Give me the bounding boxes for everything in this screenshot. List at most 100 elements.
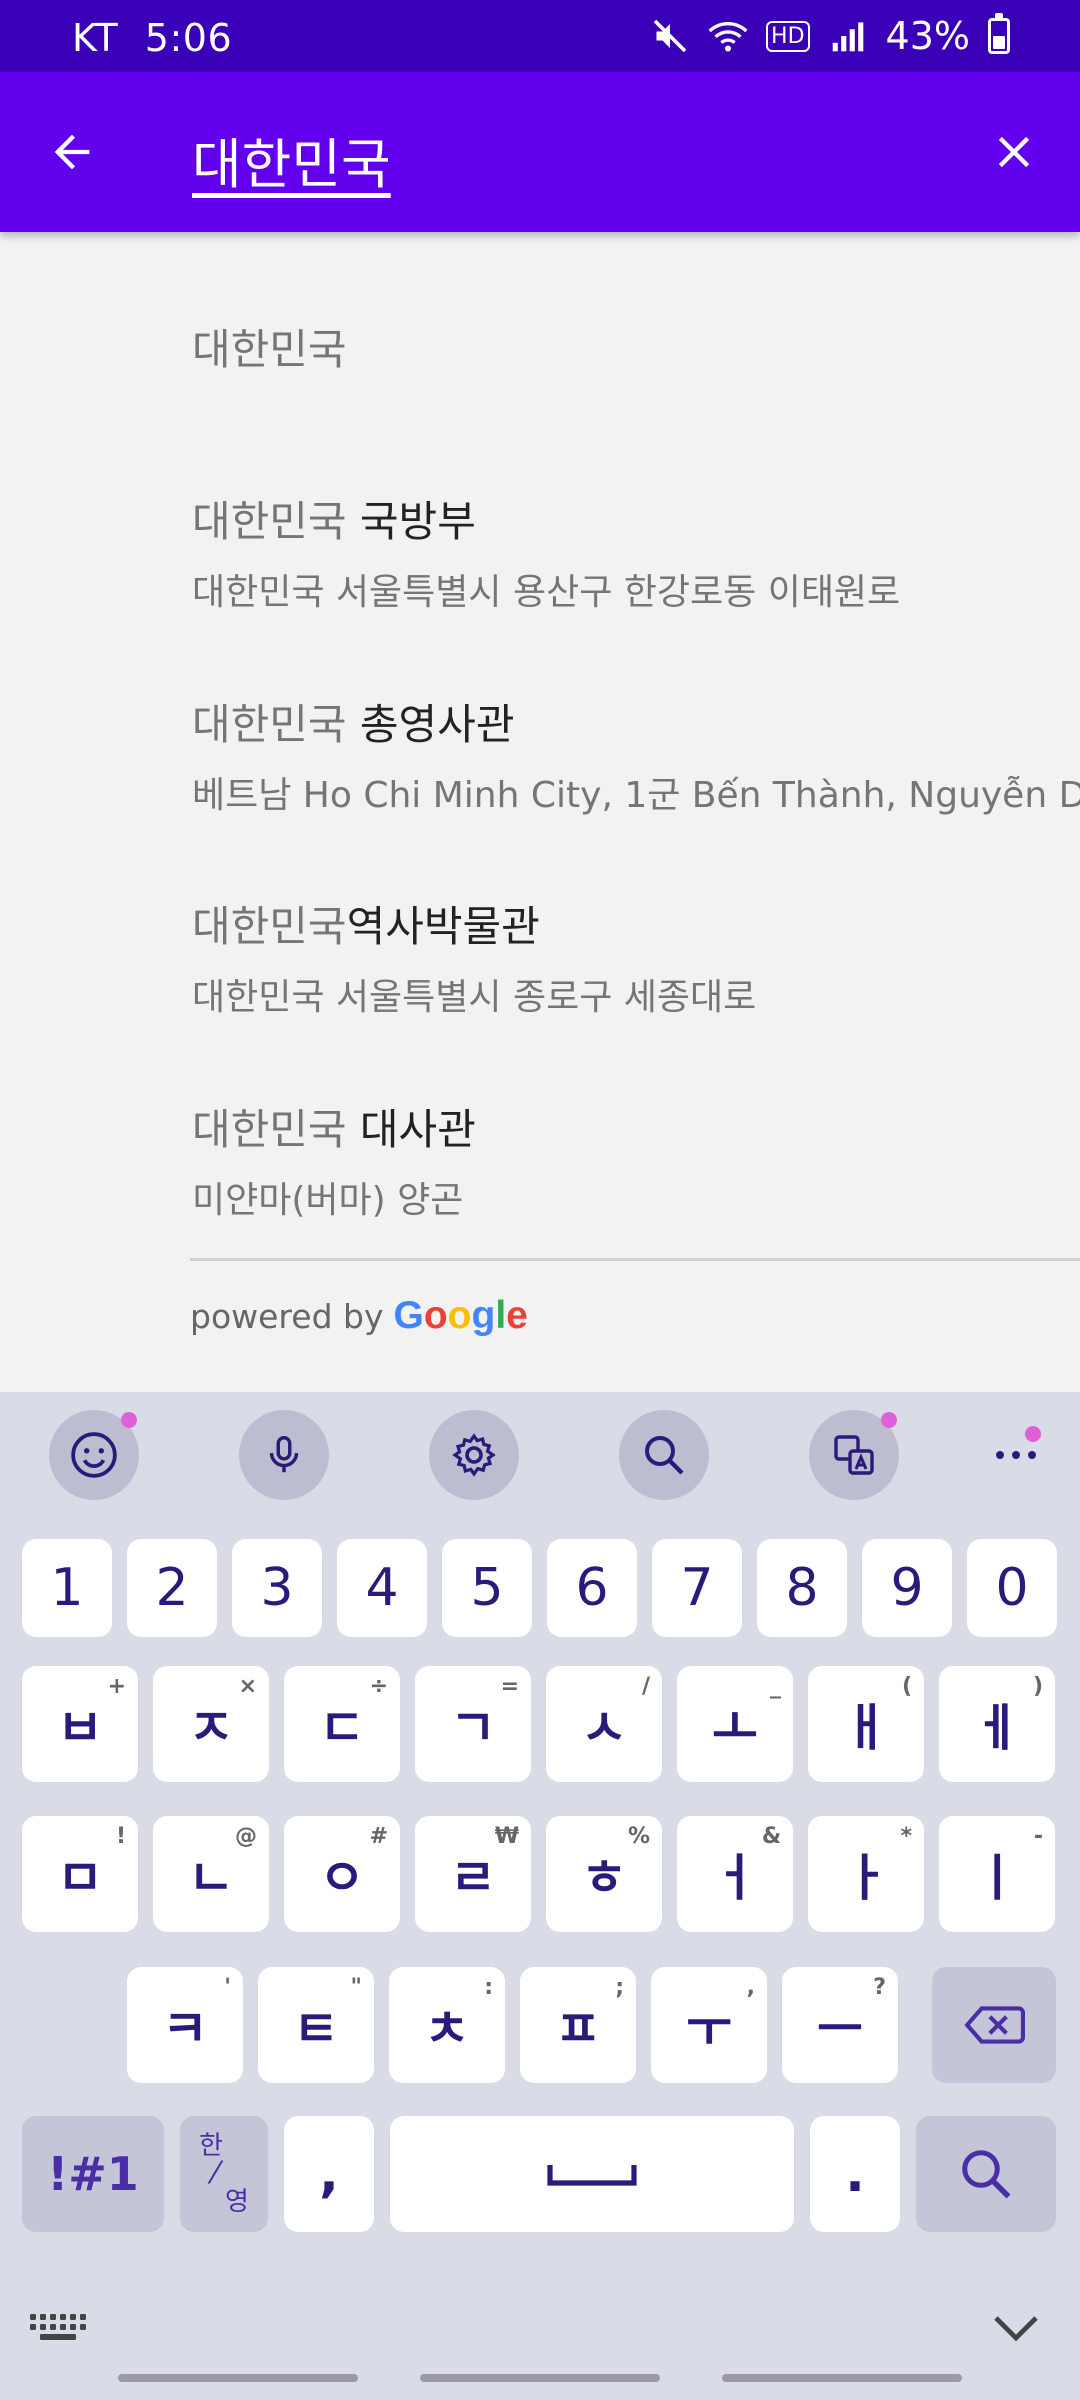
search-input[interactable]: 대한민국 [192, 120, 391, 199]
language-toggle-key[interactable]: 한 ⁄ 영 [180, 2116, 268, 2232]
suggestion-item[interactable]: 대한민국 총영사관 베트남 Ho Chi Minh City, 1군 Bến T… [192, 691, 1080, 818]
suggestion-title: 대한민국 총영사관 [192, 691, 1080, 752]
status-bar: KT 5:06 HD 43% [0, 0, 1080, 72]
key-4[interactable]: 4 [337, 1539, 427, 1637]
keyboard-bottom-bar [0, 2280, 1080, 2400]
hd-badge: HD [766, 20, 810, 52]
suggestion-title: 대한민국 대사관 [192, 1096, 1080, 1157]
suggestion-list: 대한민국 대한민국 국방부 대한민국 서울특별시 용산구 한강로동 이태원로 대… [0, 232, 1080, 1392]
suggestion-title: 대한민국 [192, 316, 1080, 377]
time-label: 5:06 [144, 16, 233, 60]
backspace-icon [964, 2006, 1025, 2044]
key-7[interactable]: 7 [652, 1539, 742, 1637]
key-9[interactable]: 9 [862, 1539, 952, 1637]
emoji-icon [71, 1432, 117, 1478]
key-jamo[interactable]: ㅜ, [651, 1967, 767, 2083]
key-jamo[interactable]: ㅏ * [808, 1816, 924, 1932]
key-jamo[interactable]: ㅣ- [939, 1816, 1055, 1932]
search-action-key[interactable] [916, 2116, 1056, 2232]
suggestion-rest: 국방부 [346, 497, 476, 546]
key-jamo[interactable]: ㅁ! [22, 1816, 138, 1932]
suggestion-rest: 총영사관 [346, 700, 515, 749]
arrow-left-icon [54, 134, 90, 170]
suggestion-match: 대한민국 [192, 325, 347, 374]
key-jamo[interactable]: ㅗ _ [677, 1666, 793, 1782]
search-app-bar: 대한민국 [0, 72, 1080, 232]
google-attribution: powered by Google [190, 1294, 528, 1338]
key-jamo[interactable]: ㅌ " [258, 1967, 374, 2083]
more-options-button[interactable] [971, 1410, 1061, 1500]
suggestion-subtitle: 미얀마(버마) 양곤 [192, 1180, 464, 1221]
suggestion-match: 대한민국 [192, 700, 347, 749]
suggestion-item[interactable]: 대한민국 국방부 대한민국 서울특별시 용산구 한강로동 이태원로 [192, 488, 1080, 615]
symbols-key[interactable]: !#1 [22, 2116, 164, 2232]
nav-handle-right [722, 2374, 962, 2382]
battery-icon [988, 13, 1010, 54]
clear-button[interactable] [978, 116, 1050, 188]
key-jamo[interactable]: ㅂ + [22, 1666, 138, 1782]
voice-input-button[interactable] [239, 1410, 329, 1500]
key-jamo[interactable]: ㅈ × [153, 1666, 269, 1782]
status-right: HD 43% [650, 13, 1010, 58]
nav-handle-center [420, 2374, 660, 2382]
suggestion-rest: 역사박물관 [346, 902, 540, 951]
key-jamo[interactable]: ㄴ @ [153, 1816, 269, 1932]
suggestion-item[interactable]: 대한민국 [192, 316, 1080, 377]
translate-button[interactable] [809, 1410, 899, 1500]
suggestion-rest: 대사관 [346, 1105, 476, 1154]
suggestion-item[interactable]: 대한민국역사박물관 대한민국 서울특별시 종로구 세종대로 [192, 893, 1080, 1020]
key-5[interactable]: 5 [442, 1539, 532, 1637]
key-jamo[interactable]: ㄹ ₩ [415, 1816, 531, 1932]
suggestion-match: 대한민국 [192, 902, 347, 951]
comma-key[interactable]: , [284, 2116, 374, 2232]
list-divider [190, 1258, 1080, 1261]
keyboard: 1 2 3 4 5 6 7 8 9 0 ㅂ + ㅈ × ㄷ ÷ ㄱ = ㅅ / ㅗ _ ㅐ(… [0, 1392, 1080, 2400]
chevron-down-icon [994, 2316, 1038, 2342]
keyboard-search-button[interactable] [619, 1410, 709, 1500]
suggestion-title: 대한민국역사박물관 [192, 893, 1080, 954]
google-logo: Google [393, 1294, 528, 1337]
key-jamo[interactable]: ㅔ) [939, 1666, 1055, 1782]
key-jamo[interactable]: ㄱ = [415, 1666, 531, 1782]
period-key[interactable]: . [810, 2116, 900, 2232]
status-left: KT 5:06 [72, 16, 232, 60]
key-jamo[interactable]: ㅎ% [546, 1816, 662, 1932]
space-key[interactable] [390, 2116, 794, 2232]
key-3[interactable]: 3 [232, 1539, 322, 1637]
key-0[interactable]: 0 [967, 1539, 1057, 1637]
backspace-key[interactable] [932, 1967, 1056, 2083]
suggestion-subtitle: 베트남 Ho Chi Minh City, 1군 Bến Thành, Nguy… [192, 775, 1080, 816]
key-jamo[interactable]: ㅋ ' [127, 1967, 243, 2083]
hide-keyboard-button[interactable] [986, 2300, 1046, 2356]
key-jamo[interactable]: ㅅ / [546, 1666, 662, 1782]
key-6[interactable]: 6 [547, 1539, 637, 1637]
nav-handle-left [118, 2374, 358, 2382]
keyboard-toolbar [0, 1392, 1080, 1518]
key-jamo[interactable]: ㅓ & [677, 1816, 793, 1932]
key-jamo[interactable]: ㅐ( [808, 1666, 924, 1782]
key-jamo[interactable]: ㅇ # [284, 1816, 400, 1932]
microphone-icon [269, 1436, 299, 1473]
key-jamo[interactable]: ㅍ; [520, 1967, 636, 2083]
keyboard-switch-button[interactable] [26, 2304, 90, 2352]
space-icon [547, 2165, 637, 2186]
close-icon [998, 136, 1030, 168]
more-icon [996, 1451, 1036, 1459]
key-2[interactable]: 2 [127, 1539, 217, 1637]
key-jamo[interactable]: ㅊ: [389, 1967, 505, 2083]
key-jamo[interactable]: ㄷ ÷ [284, 1666, 400, 1782]
keyboard-icon [30, 2314, 86, 2340]
language-toggle-label: 한 ⁄ 영 [199, 2131, 249, 2217]
key-8[interactable]: 8 [757, 1539, 847, 1637]
suggestion-item[interactable]: 대한민국 대사관 미얀마(버마) 양곤 [192, 1096, 1080, 1223]
key-jamo[interactable]: ㅡ? [782, 1967, 898, 2083]
carrier-label: KT [72, 16, 119, 60]
settings-button[interactable] [429, 1410, 519, 1500]
key-1[interactable]: 1 [22, 1539, 112, 1637]
wifi-icon [708, 16, 748, 56]
mute-icon [650, 16, 690, 56]
suggestion-match: 대한민국 [192, 1105, 347, 1154]
powered-by-label: powered by [190, 1297, 384, 1336]
back-button[interactable] [36, 116, 108, 188]
emoji-button[interactable] [49, 1410, 139, 1500]
